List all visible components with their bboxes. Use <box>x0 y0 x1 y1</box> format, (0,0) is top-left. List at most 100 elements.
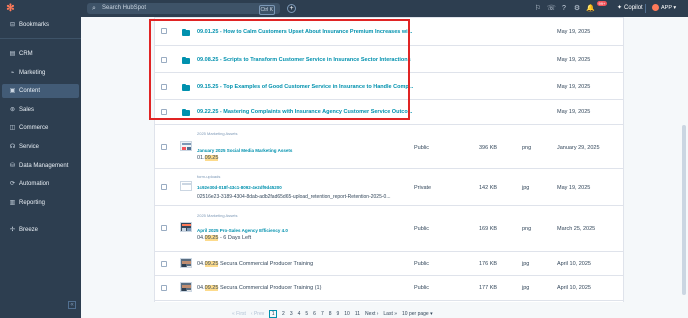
file-extension: jpg <box>522 285 530 291</box>
notification-badge: 99+ <box>597 1 607 6</box>
modified-date: May 19, 2025 <box>557 185 591 191</box>
search-shortcut-hint: Ctrl K <box>258 4 275 15</box>
page-6-button[interactable]: 6 <box>313 311 316 317</box>
sidebar-item-content[interactable]: ▣ Content <box>2 84 79 98</box>
page-7-button[interactable]: 7 <box>321 311 324 317</box>
avatar <box>652 4 659 12</box>
row-checkbox[interactable] <box>161 225 167 231</box>
file-title-link[interactable]: January 2025 Social Media Marketing Asse… <box>197 148 292 153</box>
file-visibility: Public <box>414 285 429 291</box>
sidebar-item-data-management[interactable]: ⛁ Data Management <box>2 159 79 173</box>
file-extension: jpg <box>522 185 530 191</box>
sidebar-item-crm[interactable]: ▤ CRM <box>2 47 79 61</box>
page-1-button[interactable]: 1 <box>269 309 278 318</box>
row-checkbox[interactable] <box>161 184 167 190</box>
sidebar-item-label: Reporting <box>19 200 46 206</box>
sidebar-item-label: Marketing <box>19 70 46 76</box>
page-8-button[interactable]: 8 <box>329 311 332 317</box>
per-page-select[interactable]: 10 per page ▾ <box>402 311 433 317</box>
file-row[interactable]: 2025 Marketing Assets April 2025 Pro-Sal… <box>154 206 624 252</box>
modified-date: April 10, 2025 <box>557 285 591 291</box>
file-size: 396 KB <box>479 145 498 151</box>
row-checkbox[interactable] <box>161 261 167 267</box>
page-5-button[interactable]: 5 <box>305 311 308 317</box>
top-navigation-bar: ✻ ⌕ Search HubSpot Ctrl K + ⚐ ☏ ? ⚙ 🔔 99… <box>0 0 688 17</box>
page-2-button[interactable]: 2 <box>282 311 285 317</box>
topbar-divider <box>645 4 646 13</box>
sidebar-item-sales[interactable]: ⊛ Sales <box>2 103 79 117</box>
file-thumbnail <box>180 181 192 191</box>
first-page-button[interactable]: « First <box>232 311 246 317</box>
sidebar-item-automation[interactable]: ⟳ Automation <box>2 177 79 191</box>
file-visibility: Public <box>414 261 429 267</box>
sidebar-item-reporting[interactable]: ▥ Reporting <box>2 196 79 210</box>
sparkle-icon: ✦ <box>617 5 623 11</box>
copilot-button[interactable]: ✦ Copilot <box>617 3 643 14</box>
notifications-icon[interactable]: 🔔 <box>586 3 595 14</box>
row-checkbox[interactable] <box>161 285 167 291</box>
page-3-button[interactable]: 3 <box>290 311 293 317</box>
sidebar-item-label: Breeze <box>19 227 39 233</box>
page-10-button[interactable]: 10 <box>344 311 350 317</box>
file-title-link[interactable]: April 2025 Pro-Sales Agency Efficiency 4… <box>197 228 288 233</box>
file-thumbnail <box>180 258 192 268</box>
sidebar-item-bookmarks[interactable]: ⊟ Bookmarks <box>2 18 79 32</box>
sidebar-item-label: Content <box>19 88 41 94</box>
sidebar-item-service[interactable]: ☊ Service <box>2 140 79 154</box>
search-icon: ⌕ <box>92 5 96 12</box>
page-11-button[interactable]: 11 <box>355 311 360 317</box>
sidebar-item-label: Automation <box>19 181 50 187</box>
file-thumbnail <box>180 141 192 151</box>
page-9-button[interactable]: 9 <box>337 311 340 317</box>
file-thumbnail <box>180 282 192 292</box>
file-title-link[interactable]: 1c92e30d-018f-43c1-8092-4e2df9d45200 <box>197 185 282 190</box>
create-new-button[interactable]: + <box>287 4 296 13</box>
scrollbar-thumb[interactable] <box>682 125 686 295</box>
account-menu-button[interactable]: APP ▾ <box>652 3 676 14</box>
file-extension: jpg <box>522 261 530 267</box>
sidebar-item-marketing[interactable]: ⌁ Marketing <box>2 66 79 80</box>
file-size: 169 KB <box>479 226 498 232</box>
sidebar-divider <box>0 38 81 39</box>
file-extension: png <box>522 226 532 232</box>
data-management-icon: ⛁ <box>9 163 16 169</box>
sidebar-item-label: Sales <box>19 107 35 113</box>
breeze-icon: ✢ <box>9 227 16 233</box>
marketplace-icon[interactable]: ⚐ <box>534 3 542 14</box>
row-checkbox[interactable] <box>161 144 167 150</box>
global-search-input[interactable]: ⌕ Search HubSpot Ctrl K <box>87 3 280 15</box>
file-visibility: Private <box>414 185 432 191</box>
page-4-button[interactable]: 4 <box>298 311 301 317</box>
last-page-button[interactable]: Last » <box>383 311 397 317</box>
file-folder-path: 2025 Marketing Assets <box>197 131 238 136</box>
file-name: 02516e23-3189-4304-8dab-adb2fad65d65-upl… <box>197 194 391 200</box>
sidebar-item-label: Bookmarks <box>19 22 50 28</box>
search-placeholder: Search HubSpot <box>102 5 147 11</box>
sidebar-item-label: CRM <box>19 51 33 57</box>
help-icon[interactable]: ? <box>560 3 568 14</box>
sidebar-item-commerce[interactable]: ◫ Commerce <box>2 121 79 135</box>
commerce-icon: ◫ <box>9 125 16 131</box>
calling-icon[interactable]: ☏ <box>547 3 556 14</box>
file-visibility: Public <box>414 226 429 232</box>
settings-icon[interactable]: ⚙ <box>573 3 581 14</box>
modified-date: March 25, 2025 <box>557 226 596 232</box>
modified-date: January 29, 2025 <box>557 145 600 151</box>
prev-page-button[interactable]: ‹ Prev <box>251 311 264 317</box>
next-page-button[interactable]: Next › <box>365 311 378 317</box>
file-name[interactable]: 04.09.25 Secura Commercial Producer Trai… <box>197 261 313 267</box>
highlight-annotation-box <box>149 19 410 120</box>
file-name[interactable]: 04.09.25 Secura Commercial Producer Trai… <box>197 285 321 291</box>
service-icon: ☊ <box>9 144 16 150</box>
modified-date: May 19, 2025 <box>557 109 591 115</box>
sidebar-item-breeze[interactable]: ✢ Breeze <box>2 223 79 237</box>
file-row[interactable]: 04.09.25 Secura Commercial Producer Trai… <box>154 276 624 301</box>
sales-icon: ⊛ <box>9 107 16 113</box>
file-row[interactable]: 2025 Marketing Assets January 2025 Socia… <box>154 125 624 169</box>
file-name: 04.09.25 - 6 Days Left <box>197 235 252 241</box>
sidebar-item-label: Commerce <box>19 125 49 131</box>
collapse-sidebar-button[interactable]: « <box>68 301 76 309</box>
file-row[interactable]: form-uploads 1c92e30d-018f-43c1-8092-4e2… <box>154 169 624 206</box>
hubspot-logo-icon[interactable]: ✻ <box>5 3 16 14</box>
file-row[interactable]: 04.09.25 Secura Commercial Producer Trai… <box>154 252 624 276</box>
